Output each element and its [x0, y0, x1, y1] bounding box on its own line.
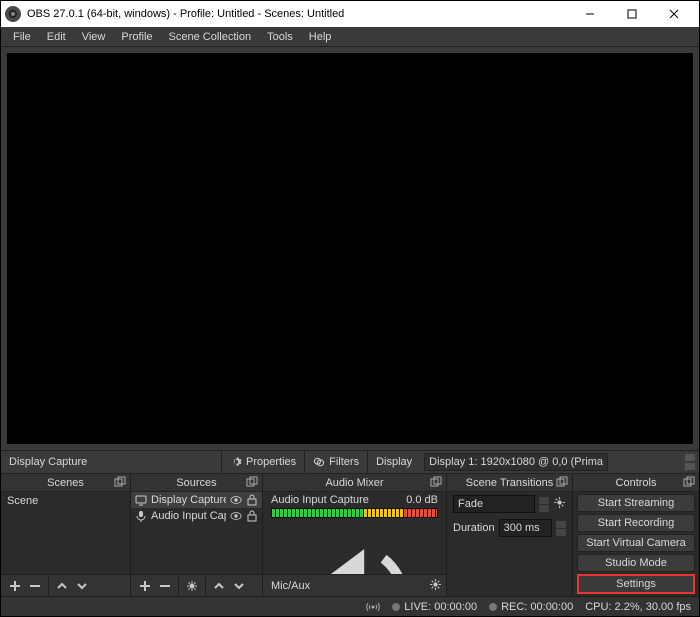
lock-icon[interactable]: [246, 510, 258, 522]
mixer-header: Audio Mixer: [263, 474, 446, 492]
track-level: 0.0 dB: [406, 494, 438, 506]
mixer-footer: Mic/Aux: [263, 574, 446, 596]
duration-spinner[interactable]: [556, 521, 566, 536]
undock-icon[interactable]: [556, 476, 568, 488]
display-spinner[interactable]: [685, 453, 695, 471]
scenes-footer: [1, 574, 130, 596]
track-name: Audio Input Capture: [271, 494, 369, 506]
lock-icon[interactable]: [246, 494, 258, 506]
start-streaming-button[interactable]: Start Streaming: [577, 494, 695, 512]
sources-footer: [131, 574, 262, 596]
remove-scene-button[interactable]: [25, 577, 45, 595]
source-item[interactable]: Audio Input Captu...: [131, 508, 262, 524]
titlebar: OBS 27.0.1 (64-bit, windows) - Profile: …: [1, 1, 699, 27]
undock-icon[interactable]: [430, 476, 442, 488]
start-recording-button[interactable]: Start Recording: [577, 514, 695, 532]
remove-source-button[interactable]: [155, 577, 175, 595]
visibility-icon[interactable]: [230, 494, 242, 506]
broadcast-icon: [366, 601, 380, 613]
menu-profile[interactable]: Profile: [113, 29, 160, 45]
menu-tools[interactable]: Tools: [259, 29, 301, 45]
gear-icon: [230, 456, 242, 468]
transitions-panel: Scene Transitions Fade Duration 300 ms: [447, 474, 573, 596]
vu-meter: [271, 508, 438, 518]
display-dropdown[interactable]: Display 1: 1920x1080 @ 0,0 (Prima: [424, 453, 608, 471]
transition-select[interactable]: Fade: [453, 495, 535, 513]
transition-properties-button[interactable]: [553, 496, 566, 512]
preview-canvas[interactable]: [7, 53, 693, 444]
menu-scene-collection[interactable]: Scene Collection: [161, 29, 260, 45]
monitor-icon: [135, 494, 147, 506]
speaker-icon[interactable]: [277, 520, 432, 574]
scenes-header: Scenes: [1, 474, 130, 492]
source-up-button[interactable]: [209, 577, 229, 595]
mic-icon: [135, 510, 147, 522]
filters-icon: [313, 456, 325, 468]
menubar: File Edit View Profile Scene Collection …: [1, 27, 699, 47]
preview-area: [1, 47, 699, 450]
scenes-panel: Scenes Scene: [1, 474, 131, 596]
transition-spinner[interactable]: [539, 497, 549, 512]
rec-indicator-icon: [489, 603, 497, 611]
menu-edit[interactable]: Edit: [39, 29, 74, 45]
properties-button[interactable]: Properties: [221, 450, 304, 474]
minimize-button[interactable]: [569, 1, 611, 27]
menu-help[interactable]: Help: [301, 29, 340, 45]
display-label: Display: [367, 450, 420, 474]
selected-source-label: Display Capture: [1, 456, 221, 468]
live-indicator-icon: [392, 603, 400, 611]
maximize-button[interactable]: [611, 1, 653, 27]
filters-button[interactable]: Filters: [304, 450, 367, 474]
status-bar: LIVE: 00:00:00 REC: 00:00:00 CPU: 2.2%, …: [1, 596, 699, 616]
undock-icon[interactable]: [683, 476, 695, 488]
add-scene-button[interactable]: [5, 577, 25, 595]
controls-panel: Controls Start Streaming Start Recording S…: [573, 474, 699, 596]
studio-mode-button[interactable]: Studio Mode: [577, 554, 695, 572]
scene-item[interactable]: Scene: [1, 492, 130, 510]
dock-panels: Scenes Scene Sources Display Capture Aud…: [1, 474, 699, 596]
source-down-button[interactable]: [229, 577, 249, 595]
duration-label: Duration: [453, 522, 495, 534]
controls-header: Controls: [573, 474, 699, 492]
rec-status: REC: 00:00:00: [501, 601, 573, 613]
undock-icon[interactable]: [114, 476, 126, 488]
scene-down-button[interactable]: [72, 577, 92, 595]
settings-button[interactable]: Settings: [577, 574, 695, 594]
menu-view[interactable]: View: [74, 29, 114, 45]
duration-input[interactable]: 300 ms: [499, 519, 552, 537]
add-source-button[interactable]: [135, 577, 155, 595]
sources-panel: Sources Display Capture Audio Input Capt…: [131, 474, 263, 596]
transitions-header: Scene Transitions: [447, 474, 572, 492]
scene-up-button[interactable]: [52, 577, 72, 595]
audio-mixer-panel: Audio Mixer Audio Input Capture0.0 dB De…: [263, 474, 447, 596]
window-title: OBS 27.0.1 (64-bit, windows) - Profile: …: [27, 8, 569, 20]
sources-header: Sources: [131, 474, 262, 492]
visibility-icon[interactable]: [230, 510, 242, 522]
mixer-settings-button[interactable]: [429, 578, 442, 594]
source-properties-button[interactable]: [182, 577, 202, 595]
live-status: LIVE: 00:00:00: [404, 601, 477, 613]
source-item[interactable]: Display Capture: [131, 492, 262, 508]
cpu-status: CPU: 2.2%, 30.00 fps: [585, 601, 691, 613]
source-toolbar: Display Capture Properties Filters Displ…: [1, 450, 699, 474]
start-virtual-camera-button[interactable]: Start Virtual Camera: [577, 534, 695, 552]
undock-icon[interactable]: [246, 476, 258, 488]
app-icon: [5, 6, 21, 22]
mixer-track: Audio Input Capture 0.0 dB: [263, 492, 446, 574]
menu-file[interactable]: File: [5, 29, 39, 45]
mixer-footer-label: Mic/Aux: [267, 580, 310, 592]
close-button[interactable]: [653, 1, 695, 27]
